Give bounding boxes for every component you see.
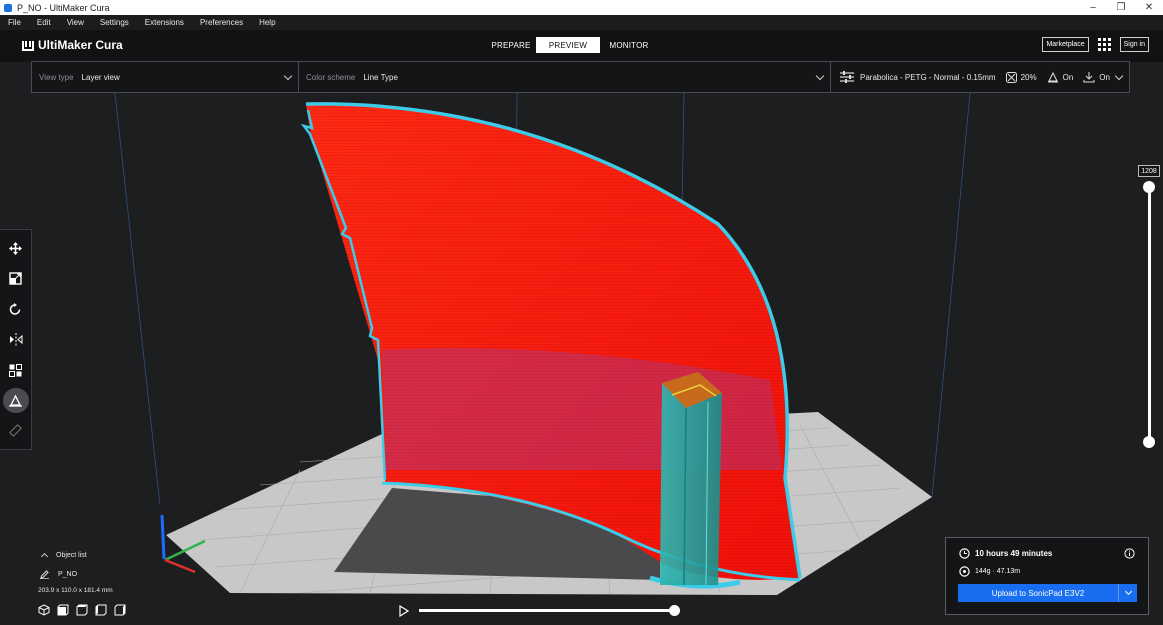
z-axis-indicator [160,514,166,560]
rotate-icon [9,302,21,315]
color-scheme-label: Color scheme [306,72,356,82]
spool-icon [959,566,970,577]
view-type-dropdown[interactable]: View type Layer view [32,62,299,92]
support-blocker-tool[interactable] [2,388,29,414]
view-type-label: View type [39,72,74,82]
object-name: P_NO [58,570,78,578]
menu-file[interactable]: File [0,18,29,27]
chevron-up-icon [40,552,49,560]
chevron-down-icon [1124,587,1132,596]
menu-view[interactable]: View [59,18,92,27]
tab-prepare[interactable]: PREPARE [486,37,536,53]
print-settings-panel-toggle[interactable]: Parabolica - PETG - Normal - 0.15mm 20% … [831,62,1129,92]
support-icon [1047,71,1058,83]
right-view-icon [114,604,126,616]
print-time: 10 hours 49 minutes [975,549,1053,558]
upload-options-button[interactable] [1118,584,1137,602]
right-view-button[interactable] [114,604,126,618]
upload-button[interactable]: Upload to SonicPad E3V2 [958,584,1137,602]
app-header: UltiMaker Cura PREPARE PREVIEW MONITOR M… [0,30,1163,62]
tab-preview[interactable]: PREVIEW [536,37,600,53]
top-view-icon [76,604,88,616]
window-title: P_NO - UltiMaker Cura [17,2,110,13]
settings-sliders-icon [840,71,854,83]
chevron-down-icon [815,71,825,81]
marketplace-button[interactable]: Marketplace [1042,37,1089,52]
profile-summary: Parabolica - PETG - Normal - 0.15mm [860,72,996,82]
measure-icon [9,424,22,438]
per-model-settings-icon [9,363,22,377]
adhesion-value: On [1099,72,1110,82]
restore-icon[interactable]: ❐ [1107,2,1135,13]
pencil-icon [40,569,49,579]
menu-help[interactable]: Help [251,18,283,27]
front-view-button[interactable] [57,604,69,618]
object-list: Object list P_NO 203.9 x 110.0 x 181.4 m… [38,549,133,618]
menu-settings[interactable]: Settings [92,18,137,27]
measure-tool[interactable] [3,419,29,444]
move-tool[interactable] [3,236,29,261]
layer-slider-track [1148,186,1151,443]
object-list-item[interactable]: P_NO [38,568,133,580]
top-view-button[interactable] [76,604,88,618]
simulation-playback [399,604,682,618]
move-icon [9,241,22,255]
minimize-icon[interactable]: – [1079,2,1107,13]
menu-extensions[interactable]: Extensions [137,18,192,27]
tab-monitor[interactable]: MONITOR [600,37,658,53]
color-scheme-value: Line Type [363,72,398,82]
mirror-icon [9,333,22,347]
camera-view-buttons [38,604,133,618]
mirror-tool[interactable] [3,327,29,352]
play-icon[interactable] [399,605,409,617]
x-axis-indicator [164,558,196,574]
apps-grid-icon[interactable] [1097,38,1111,51]
logo-text: UltiMaker Cura [38,38,123,52]
object-list-toggle[interactable]: Object list [38,549,133,561]
menu-edit[interactable]: Edit [29,18,59,27]
layer-slider-upper-handle[interactable] [1143,181,1155,193]
adhesion-icon [1083,72,1095,83]
3d-view-icon [38,604,50,616]
layer-slider[interactable] [1143,181,1155,448]
left-view-button[interactable] [95,604,107,618]
chevron-down-icon [283,71,293,81]
support-blocker-icon [9,394,22,407]
3d-view-button[interactable] [38,604,50,618]
chevron-down-icon [1114,71,1124,81]
menu-bar: File Edit View Settings Extensions Prefe… [0,15,1163,30]
print-info-panel: 10 hours 49 minutes 144g · 47.13m Upload… [945,537,1149,615]
clock-icon [959,548,970,559]
front-view-icon [57,604,69,616]
material-usage: 144g · 47.13m [975,568,1021,575]
layer-number-readout[interactable]: 1208 [1138,165,1160,177]
left-view-icon [95,604,107,616]
object-dimensions: 203.9 x 110.0 x 181.4 mm [38,586,113,594]
tool-toolbar [0,229,32,450]
os-title-bar: P_NO - UltiMaker Cura – ❐ ✕ [0,0,1163,15]
close-icon[interactable]: ✕ [1135,2,1163,13]
scale-tool[interactable] [3,266,29,291]
top-settings-bar: View type Layer view Color scheme Line T… [31,61,1130,93]
app-icon [4,3,12,12]
ultimaker-logo-icon [22,40,34,51]
infill-icon [1005,71,1017,83]
infill-value: 20% [1020,72,1037,82]
color-scheme-dropdown[interactable]: Color scheme Line Type [299,62,831,92]
menu-preferences[interactable]: Preferences [192,18,251,27]
info-icon[interactable] [1124,548,1135,559]
view-type-value: Layer view [81,72,120,82]
sign-in-button[interactable]: Sign in [1119,37,1149,52]
rotate-tool[interactable] [3,297,29,322]
upload-button-label: Upload to SonicPad E3V2 [991,588,1085,598]
playback-handle[interactable] [669,605,680,616]
stage-tabs: PREPARE PREVIEW MONITOR [486,37,658,53]
per-model-settings-tool[interactable] [3,358,29,383]
logo: UltiMaker Cura [22,38,123,52]
scale-icon [9,272,22,286]
support-value: On [1062,72,1074,82]
object-list-title: Object list [56,551,87,559]
layer-slider-lower-handle[interactable] [1143,436,1155,448]
playback-track[interactable] [419,609,675,612]
